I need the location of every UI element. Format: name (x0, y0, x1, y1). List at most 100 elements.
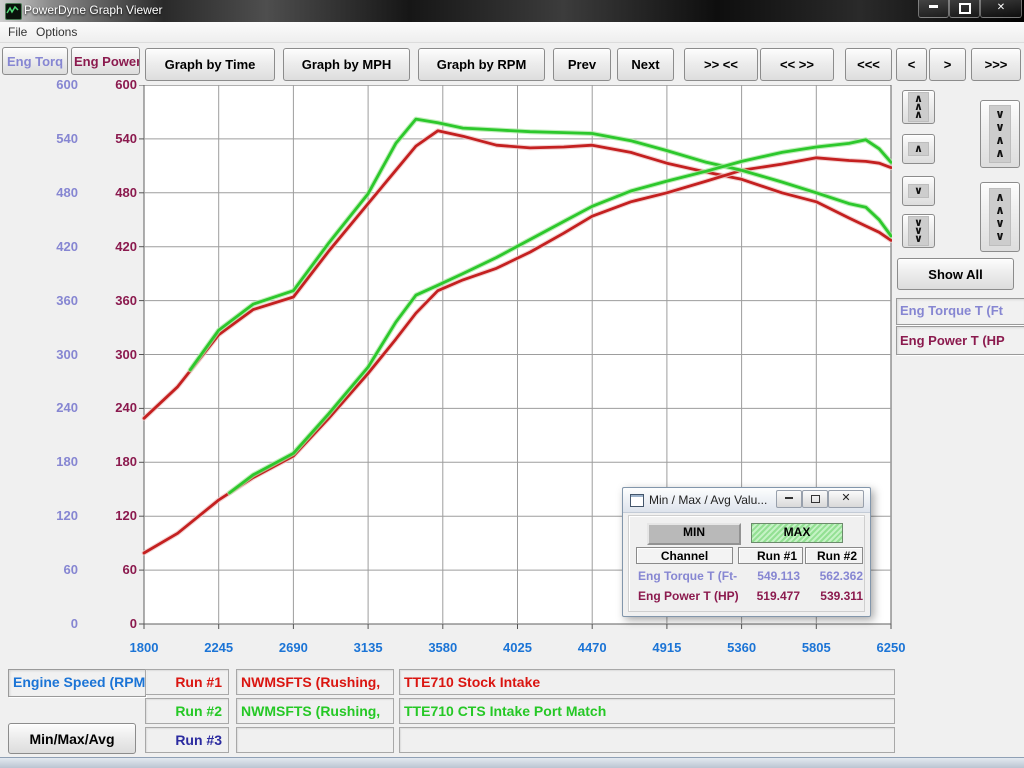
minmax-minimize-button[interactable] (776, 490, 802, 508)
channel-button-eng-torque[interactable]: Eng Torq (2, 47, 68, 75)
scroll-home-button[interactable]: <<< (845, 48, 892, 81)
y-tick-torque-240: 240 (18, 400, 78, 415)
y-tick-torque-300: 300 (18, 347, 78, 362)
minmax-title-bar[interactable]: Min / Max / Avg Valu... ✕ (623, 488, 870, 513)
minimize-icon (785, 497, 793, 499)
minmax-run2-value-1: 562.362 (803, 569, 863, 583)
y-tick-power-480: 480 (77, 185, 137, 200)
chevron-glyph: ∧ (914, 111, 923, 119)
y-tick-torque-120: 120 (18, 508, 78, 523)
run-1-channel-field[interactable]: NWMSFTS (Rushing, (236, 669, 394, 695)
minmax-restore-button[interactable] (802, 490, 828, 508)
graph-by-mph-button[interactable]: Graph by MPH (283, 48, 410, 81)
y-tick-power-420: 420 (77, 239, 137, 254)
scroll-left-button[interactable]: < (896, 48, 927, 81)
range-narrow-button[interactable]: ∨∨∧∧ (980, 100, 1020, 168)
scale-down-button-icon: ∨ (908, 184, 929, 198)
scale-up-fast-button-icon: ∧∧∧ (908, 92, 929, 122)
column-header-run1[interactable]: Run #1 (738, 547, 803, 564)
minimize-icon (929, 5, 938, 8)
chevron-glyph: ∨ (914, 187, 923, 195)
show-all-button[interactable]: Show All (897, 258, 1014, 290)
y-tick-torque-420: 420 (18, 239, 78, 254)
graph-by-time-button[interactable]: Graph by Time (145, 48, 275, 81)
scale-down-fast-button-icon: ∨∨∨ (908, 216, 929, 246)
minimize-button[interactable] (918, 0, 949, 18)
minmax-window: Min / Max / Avg Valu... ✕ MIN MAX Channe… (622, 487, 871, 617)
minmax-run2-value-2: 539.311 (803, 589, 863, 603)
min-max-avg-button[interactable]: Min/Max/Avg (8, 723, 136, 754)
app-icon (5, 3, 22, 20)
scale-up-button-icon: ∧ (908, 142, 929, 156)
run-label-1[interactable]: Run #1 (145, 669, 229, 695)
x-tick-4470: 4470 (560, 640, 624, 655)
y-tick-power-300: 300 (77, 347, 137, 362)
zoom-out-button[interactable]: << >> (760, 48, 834, 81)
x-tick-4915: 4915 (635, 640, 699, 655)
scale-down-button[interactable]: ∨ (902, 176, 935, 206)
y-tick-torque-480: 480 (18, 185, 78, 200)
scale-up-button[interactable]: ∧ (902, 134, 935, 164)
zoom-in-button[interactable]: >> << (684, 48, 758, 81)
legend-eng-torque[interactable]: Eng Torque T (Ft (896, 298, 1024, 325)
window-title: PowerDyne Graph Viewer (24, 3, 163, 17)
column-header-run2[interactable]: Run #2 (805, 547, 863, 564)
x-axis-channel-box[interactable]: Engine Speed (RPM) (8, 669, 146, 697)
y-tick-power-600: 600 (77, 77, 137, 92)
chevron-glyph: ∨ (914, 235, 923, 243)
chevron-glyph: ∧ (995, 147, 1005, 160)
y-tick-power-540: 540 (77, 131, 137, 146)
minmax-run1-value-1: 549.113 (738, 569, 800, 583)
window-icon (630, 494, 644, 507)
chevron-glyph: ∧ (914, 145, 923, 153)
graph-by-rpm-button[interactable]: Graph by RPM (418, 48, 545, 81)
y-tick-torque-540: 540 (18, 131, 78, 146)
prev-button[interactable]: Prev (553, 48, 611, 81)
minmax-channel-2: Eng Power T (HP) (638, 589, 739, 603)
run-2-description-field[interactable]: TTE710 CTS Intake Port Match (399, 698, 895, 724)
run-1-description-field[interactable]: TTE710 Stock Intake (399, 669, 895, 695)
range-expand-button-icon: ∧∧∨∨ (989, 188, 1011, 246)
x-tick-5360: 5360 (710, 640, 774, 655)
legend-eng-power[interactable]: Eng Power T (HP (896, 326, 1024, 355)
y-tick-torque-360: 360 (18, 293, 78, 308)
x-tick-2690: 2690 (261, 640, 325, 655)
max-tab-button[interactable]: MAX (751, 523, 843, 543)
column-header-channel[interactable]: Channel (636, 547, 733, 564)
maximize-icon (959, 3, 971, 14)
range-narrow-button-icon: ∨∨∧∧ (989, 105, 1011, 163)
menu-bar: File Options (0, 22, 1024, 43)
run-3-channel-field[interactable] (236, 727, 394, 753)
scale-down-fast-button[interactable]: ∨∨∨ (902, 214, 935, 248)
menu-file[interactable]: File (8, 25, 27, 39)
run-label-3[interactable]: Run #3 (145, 727, 229, 753)
scroll-end-button[interactable]: >>> (971, 48, 1021, 81)
y-tick-torque-600: 600 (18, 77, 78, 92)
run-label-2[interactable]: Run #2 (145, 698, 229, 724)
y-tick-power-180: 180 (77, 454, 137, 469)
x-tick-3580: 3580 (411, 640, 475, 655)
y-tick-torque-180: 180 (18, 454, 78, 469)
channel-button-eng-power[interactable]: Eng Power (71, 47, 140, 75)
x-tick-1800: 1800 (112, 640, 176, 655)
chevron-glyph: ∨ (995, 230, 1005, 243)
menu-options[interactable]: Options (36, 25, 77, 39)
y-tick-torque-60: 60 (18, 562, 78, 577)
close-button[interactable]: ✕ (980, 0, 1022, 18)
range-expand-button[interactable]: ∧∧∨∨ (980, 182, 1020, 252)
minmax-run1-value-2: 519.477 (738, 589, 800, 603)
scroll-right-button[interactable]: > (929, 48, 966, 81)
scale-up-fast-button[interactable]: ∧∧∧ (902, 90, 935, 124)
run-2-channel-field[interactable]: NWMSFTS (Rushing, (236, 698, 394, 724)
next-button[interactable]: Next (617, 48, 674, 81)
app-window: PowerDyne Graph Viewer ✕ File Options En… (0, 0, 1024, 768)
minmax-channel-1: Eng Torque T (Ft- (638, 569, 737, 583)
x-tick-5805: 5805 (784, 640, 848, 655)
min-tab-button[interactable]: MIN (647, 523, 741, 545)
run-3-description-field[interactable] (399, 727, 895, 753)
y-tick-power-60: 60 (77, 562, 137, 577)
minmax-close-button[interactable]: ✕ (828, 490, 864, 508)
y-tick-power-360: 360 (77, 293, 137, 308)
maximize-button[interactable] (949, 0, 980, 18)
minmax-window-title: Min / Max / Avg Valu... (649, 493, 767, 507)
